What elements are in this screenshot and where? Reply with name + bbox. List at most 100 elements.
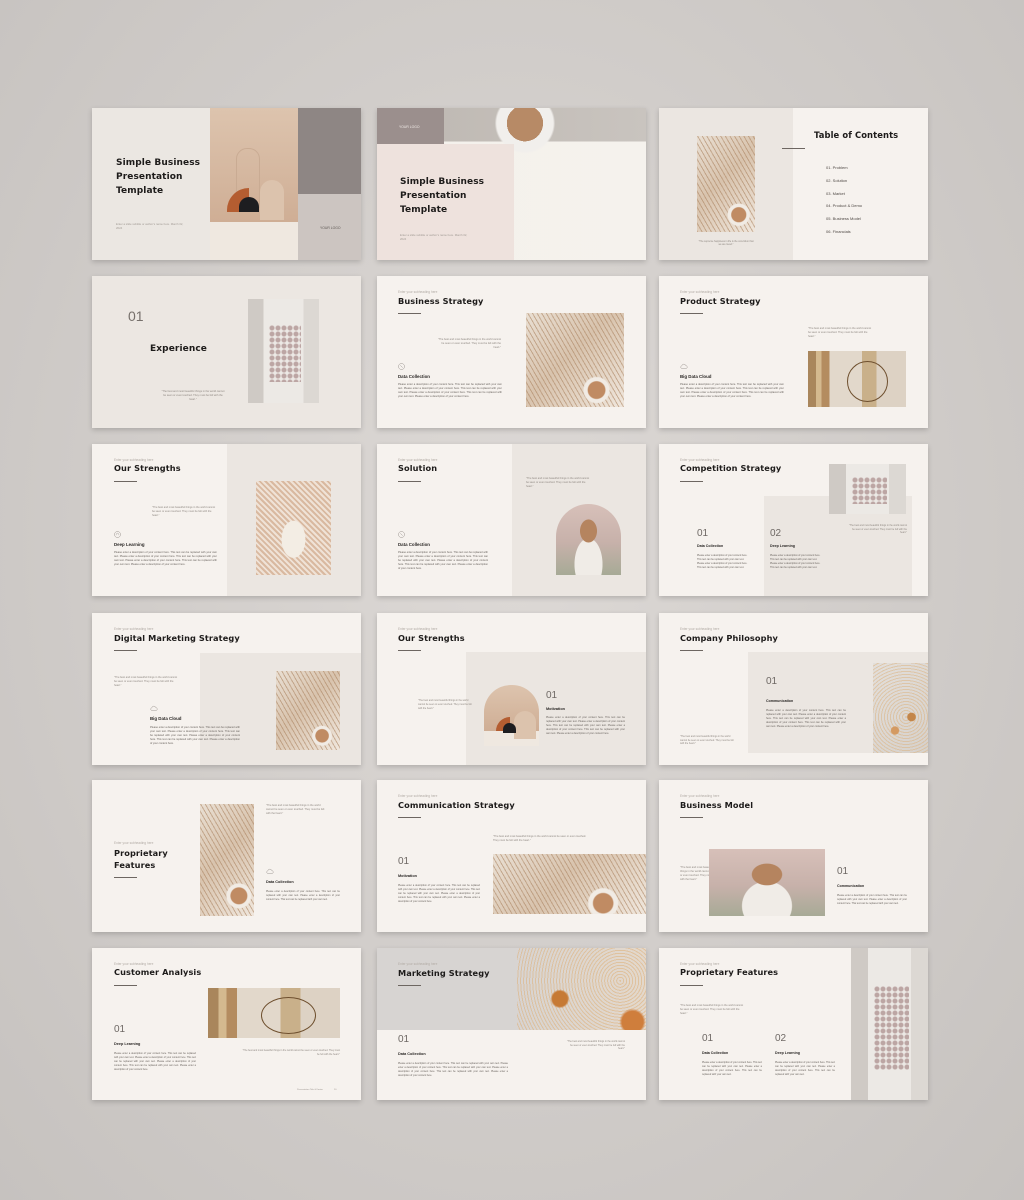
subheading: Enter your subheading here <box>398 458 438 462</box>
feature-title: Deep Learning <box>770 544 795 548</box>
slide-our-strengths[interactable]: Enter your subheading here Our Strengths… <box>92 444 361 596</box>
slide-digital-marketing-strategy[interactable]: Enter your subheading here Digital Marke… <box>92 613 361 765</box>
slide-customer-analysis[interactable]: Enter your subheading here Customer Anal… <box>92 948 361 1100</box>
slide-company-philosophy[interactable]: Enter your subheading here Company Philo… <box>659 613 928 765</box>
cloud-icon <box>150 705 158 711</box>
subheading: Enter your subheading here <box>398 962 438 966</box>
slide-title: Proprietary Features <box>680 967 779 977</box>
feature-description: Please enter a description of your conte… <box>680 383 784 398</box>
slide-business-strategy[interactable]: Enter your subheading here Business Stra… <box>377 276 646 428</box>
slide-our-strengths-2[interactable]: Enter your subheading here Our Strengths… <box>377 613 646 765</box>
slide-title: Solution <box>398 463 438 473</box>
feature-description: Please enter a description of your conte… <box>702 1061 762 1076</box>
feature-number: 01 <box>398 1034 410 1045</box>
feature-number: 01 <box>546 690 558 701</box>
slide-marketing-strategy[interactable]: Enter your subheading here Marketing Str… <box>377 948 646 1100</box>
quote: "The best and most beautiful things in t… <box>566 1040 625 1051</box>
title-rule <box>398 481 421 483</box>
slide-subtitle: Enter a slide subtitle or author's name … <box>400 233 468 241</box>
quote: "The best and most beautiful things in t… <box>848 524 907 535</box>
slide-product-strategy[interactable]: Enter your subheading here Product Strat… <box>659 276 928 428</box>
image-caption: "The supreme happiness in life is the co… <box>698 240 754 247</box>
slide-title: Product Strategy <box>680 296 761 306</box>
slide-experience[interactable]: 01 Experience "The best and most beautif… <box>92 276 361 428</box>
quote: "The best and most beautiful things in t… <box>242 1049 340 1056</box>
slide-cover-1[interactable]: Simple Business Presentation Template En… <box>92 108 361 260</box>
slide-business-model[interactable]: Enter your subheading here Business Mode… <box>659 780 928 932</box>
quote: "The best and most beautiful things in t… <box>680 1004 744 1015</box>
slide-table-of-contents[interactable]: "The supreme happiness in life is the co… <box>659 108 928 260</box>
logo-text: YOUR LOGO <box>399 125 420 129</box>
divider <box>782 148 805 150</box>
logo-block <box>298 108 361 194</box>
cloud-icon <box>680 363 688 369</box>
feature-title: Big Data Cloud <box>680 374 712 379</box>
subheading: Enter your subheading here <box>398 794 438 798</box>
feature-description: Please enter a description of your conte… <box>266 890 340 901</box>
feature-number: 02 <box>775 1033 787 1044</box>
slide-proprietary-features[interactable]: Enter your subheading here Proprietary F… <box>92 780 361 932</box>
feature-description: Please enter a description of your conte… <box>398 383 502 398</box>
slide-proprietary-features-2[interactable]: Enter your subheading here Proprietary F… <box>659 948 928 1100</box>
slide-title: Communication Strategy <box>398 800 515 810</box>
slide-title: Table of Contents <box>814 130 899 140</box>
title-rule <box>114 877 137 879</box>
slide-title: Competition Strategy <box>680 463 782 473</box>
feature-number: 02 <box>770 528 782 539</box>
window-branches-image <box>248 299 319 403</box>
slide-competition-strategy[interactable]: Enter your subheading here Competition S… <box>659 444 928 596</box>
feature-title: Data Collection <box>398 1052 426 1056</box>
quote: "The best and most beautiful things in t… <box>161 390 225 401</box>
feature-description: Please enter a description of your conte… <box>770 554 821 569</box>
feature-title: Data Collection <box>398 374 430 379</box>
toc-item[interactable]: 02. Solution <box>826 175 862 188</box>
toc-item[interactable]: 06. Financials <box>826 226 862 239</box>
slide-solution[interactable]: Enter your subheading here Solution "The… <box>377 444 646 596</box>
feature-description: Please enter a description of your conte… <box>697 554 748 569</box>
title-rule <box>680 313 703 315</box>
quote: "The best and most beautiful things in t… <box>152 506 216 517</box>
slide-communication-strategy[interactable]: Enter your subheading here Communication… <box>377 780 646 932</box>
toc-item[interactable]: 04. Product & Demo <box>826 200 862 213</box>
slide-title: Business Strategy <box>398 296 484 306</box>
feature-description: Please enter a description of your conte… <box>546 716 625 735</box>
title-rule <box>398 313 421 315</box>
quote: "The best and most beautiful things in t… <box>266 804 325 815</box>
arch-sculpture-image <box>484 685 539 746</box>
arch-sculpture-image <box>210 108 298 260</box>
feature-description: Please enter a description of your conte… <box>837 894 907 905</box>
bicycle-image <box>808 351 906 407</box>
pampas-coffee-image <box>526 313 624 407</box>
slide-title: Company Philosophy <box>680 633 778 643</box>
pampas-coffee-image <box>697 136 755 232</box>
title-rule <box>398 817 421 819</box>
title-rule <box>114 481 137 483</box>
feature-description: Please enter a description of your conte… <box>398 551 488 570</box>
feature-title: Deep Learning <box>114 542 145 547</box>
feature-description: Please enter a description of your conte… <box>775 1061 835 1076</box>
window-branches-image <box>829 464 906 514</box>
slide-cover-2[interactable]: YOUR LOGO Simple Business Presentation T… <box>377 108 646 260</box>
woman-portrait-image <box>709 849 825 916</box>
feature-description: Please enter a description of your conte… <box>398 1062 508 1077</box>
feature-number: 01 <box>398 856 410 867</box>
title-rule <box>114 650 137 652</box>
quote: "The best and most beautiful things in t… <box>418 699 472 710</box>
title-rule <box>114 985 137 987</box>
feature-title: Data Collection <box>697 544 724 548</box>
woman-arch-image <box>556 504 621 575</box>
slide-title: Simple Business Presentation Template <box>116 158 201 196</box>
slide-subtitle: Enter a slide subtitle or author's name … <box>116 222 184 230</box>
toc-item[interactable]: 05. Business Model <box>826 213 862 226</box>
quote: "The best and most beautiful things in t… <box>114 676 178 687</box>
subheading: Enter your subheading here <box>114 458 154 462</box>
title-rule <box>680 650 703 652</box>
title-rule <box>398 985 421 987</box>
slide-title: Experience <box>150 344 207 354</box>
toc-item[interactable]: 01. Problem <box>826 162 862 175</box>
subheading: Enter your subheading here <box>114 841 154 845</box>
toc-item[interactable]: 03. Market <box>826 188 862 201</box>
title-rule <box>680 817 703 819</box>
feature-description: Please enter a description of your conte… <box>766 709 846 728</box>
slide-title: Digital Marketing Strategy <box>114 633 240 643</box>
